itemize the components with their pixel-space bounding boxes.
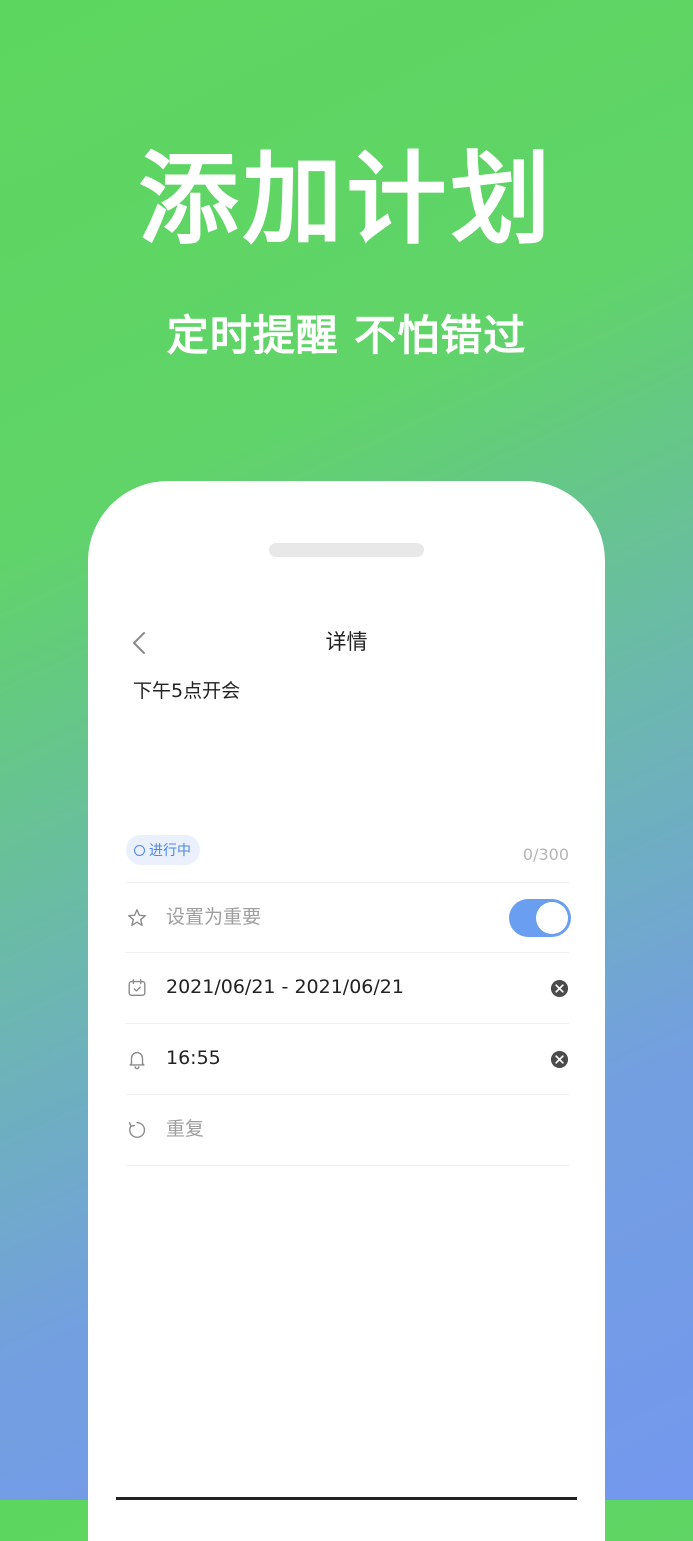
char-count: 0/300 [522, 845, 569, 864]
important-label: 设置为重要 [166, 906, 262, 928]
reminder-time-label: 16:55 [166, 1047, 221, 1069]
divider [126, 1165, 569, 1166]
date-range-label: 2021/06/21 - 2021/06/21 [166, 976, 404, 998]
repeat-label: 重复 [166, 1118, 205, 1140]
important-row[interactable]: 设置为重要 [126, 882, 571, 952]
calendar-icon [128, 979, 146, 997]
status-circle-icon [134, 844, 145, 856]
hero-title: 添加计划 [138, 141, 555, 258]
repeat-row[interactable]: 重复 [126, 1094, 569, 1164]
status-badge[interactable]: 进行中 [126, 835, 200, 865]
date-row[interactable]: 2021/06/21 - 2021/06/21 [126, 952, 569, 1022]
repeat-icon [128, 1121, 146, 1139]
important-toggle[interactable] [509, 899, 571, 937]
note-text-input[interactable]: 下午5点开会 [133, 677, 240, 705]
hero-subtitle: 定时提醒 不怕错过 [166, 311, 527, 360]
phone-notch [269, 543, 424, 557]
page-title: 详情 [325, 630, 368, 654]
toggle-knob [536, 902, 568, 934]
clear-date-icon[interactable] [550, 979, 569, 998]
bell-icon [129, 1051, 145, 1070]
phone-frame: 详情 下午5点开会 进行中 0/300 设置为重要 2021/06/21 - 2… [88, 481, 605, 1541]
clear-reminder-icon[interactable] [550, 1050, 569, 1069]
status-label: 进行中 [149, 843, 191, 859]
reminder-row[interactable]: 16:55 [126, 1023, 569, 1093]
star-icon [128, 909, 146, 927]
